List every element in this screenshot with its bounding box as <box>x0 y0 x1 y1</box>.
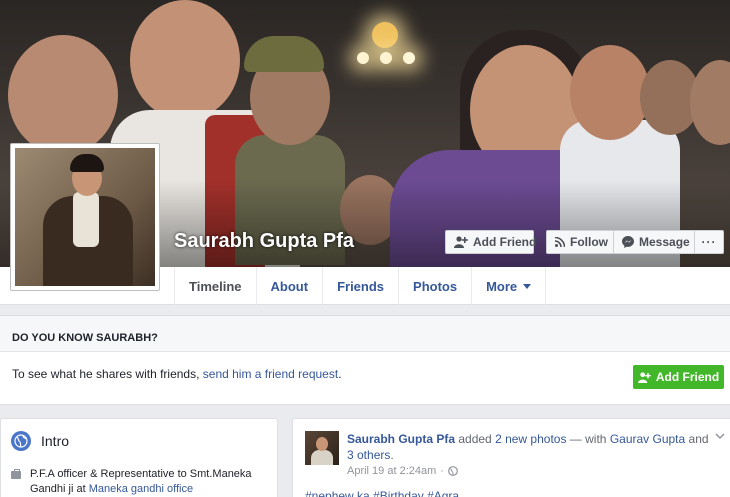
post-text: added <box>455 432 496 446</box>
add-friend-icon <box>454 236 468 248</box>
post-hashtags[interactable]: #nephew ka #Birthday #Agra <box>305 489 459 497</box>
post-author-link[interactable]: Saurabh Gupta Pfa <box>347 432 455 446</box>
workplace-link[interactable]: Maneka gandhi office <box>89 483 193 495</box>
tab-label: Photos <box>413 278 458 294</box>
post-text: and <box>685 432 709 446</box>
intro-card: Intro P.F.A officer & Representative to … <box>0 418 278 497</box>
tab-about[interactable]: About <box>257 267 324 305</box>
meta-separator: · <box>440 465 444 477</box>
profile-picture[interactable] <box>10 143 160 291</box>
profile-name[interactable]: Saurabh Gupta Pfa <box>174 230 354 253</box>
friend-request-prompt: DO YOU KNOW SAURABH? To see what he shar… <box>0 315 730 405</box>
prompt-heading: DO YOU KNOW SAURABH? <box>0 316 730 352</box>
tab-label: Timeline <box>189 278 242 294</box>
tagged-friend-link[interactable]: Gaurav Gupta <box>610 432 685 446</box>
rss-icon <box>555 237 565 247</box>
avatar[interactable] <box>15 148 155 286</box>
follow-label: Follow <box>570 235 608 249</box>
tab-label: Friends <box>337 278 385 294</box>
follow-button[interactable]: Follow <box>546 230 614 254</box>
others-link[interactable]: 3 others <box>347 448 390 462</box>
tab-photos[interactable]: Photos <box>399 267 473 305</box>
timeline-post: Saurabh Gupta Pfa added 2 new photos — w… <box>292 418 730 497</box>
add-friend-button-green[interactable]: Add Friend <box>633 365 724 389</box>
caret-down-icon <box>523 283 532 289</box>
add-friend-button[interactable]: Add Friend <box>445 230 537 254</box>
tab-label: About <box>270 278 309 294</box>
message-button[interactable]: Message <box>613 230 695 254</box>
message-label: Message <box>639 235 690 249</box>
prompt-body: To see what he shares with friends, send… <box>0 352 730 405</box>
post-timestamp[interactable]: April 19 at 2:24am <box>347 465 436 477</box>
privacy-globe-icon[interactable] <box>448 466 458 476</box>
profile-tabs: Timeline About Friends Photos More <box>174 267 547 305</box>
add-friend-label: Add Friend <box>655 370 720 384</box>
more-options-button[interactable]: ··· <box>694 230 724 254</box>
post-text: — with <box>566 432 610 446</box>
briefcase-icon <box>11 469 21 479</box>
post-author-avatar[interactable] <box>305 431 339 465</box>
post-text: . <box>390 448 394 462</box>
tab-more[interactable]: More <box>472 267 547 305</box>
post-header: Saurabh Gupta Pfa added 2 new photos — w… <box>347 431 717 463</box>
messenger-icon <box>622 236 634 248</box>
add-friend-label: Add Friend <box>473 235 537 249</box>
intro-title: Intro <box>41 433 70 449</box>
intro-header: Intro <box>11 431 69 451</box>
post-options-chevron-icon[interactable] <box>715 431 725 441</box>
more-options-label: ··· <box>701 235 717 249</box>
add-friend-icon <box>637 371 651 383</box>
prompt-text-end: . <box>338 367 342 381</box>
prompt-text: To see what he shares with friends, <box>12 367 203 381</box>
globe-icon <box>11 431 31 451</box>
new-photos-link[interactable]: 2 new photos <box>495 432 566 446</box>
tab-friends[interactable]: Friends <box>323 267 400 305</box>
tab-label: More <box>486 278 518 294</box>
send-friend-request-link[interactable]: send him a friend request <box>203 367 338 381</box>
tab-timeline[interactable]: Timeline <box>174 267 257 305</box>
post-meta: April 19 at 2:24am · <box>347 465 458 477</box>
intro-work-item: P.F.A officer & Representative to Smt.Ma… <box>11 467 271 497</box>
